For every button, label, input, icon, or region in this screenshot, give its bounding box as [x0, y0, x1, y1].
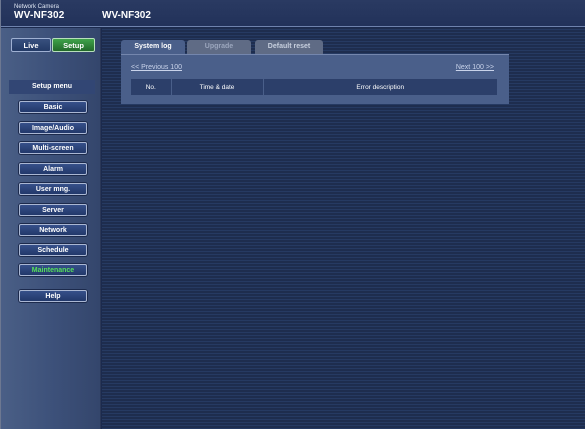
- column-no-header: No.: [131, 79, 172, 95]
- menu-schedule-button[interactable]: Schedule: [19, 244, 87, 256]
- menu-help-button[interactable]: Help: [19, 290, 87, 302]
- live-button[interactable]: Live: [11, 38, 51, 52]
- tab-default-reset[interactable]: Default reset: [255, 40, 323, 54]
- browser-page: Network Camera WV-NF302 WV-NF302 Live Se…: [0, 0, 585, 429]
- tab-system-log[interactable]: System log: [121, 40, 185, 54]
- menu-basic-button[interactable]: Basic: [19, 101, 87, 113]
- system-log-table: No. Time & date Error description: [131, 79, 497, 95]
- brand-logo: WV-NF302: [14, 10, 65, 21]
- table-header-row: No. Time & date Error description: [131, 79, 497, 95]
- tab-upgrade[interactable]: Upgrade: [187, 40, 251, 54]
- menu-image-audio-button[interactable]: Image/Audio: [19, 122, 87, 134]
- setup-button[interactable]: Setup: [52, 38, 95, 52]
- column-error-description-header: Error description: [263, 79, 497, 95]
- mode-switch: Live Setup: [11, 38, 96, 52]
- setup-menu-heading: Setup menu: [9, 80, 95, 94]
- system-log-panel: << Previous 100 Next 100 >> No. Time & d…: [121, 54, 509, 104]
- header: Network Camera WV-NF302 WV-NF302: [1, 0, 585, 27]
- menu-multi-screen-button[interactable]: Multi-screen: [19, 142, 87, 154]
- previous-100-link[interactable]: << Previous 100: [131, 64, 182, 71]
- sidebar: Live Setup Setup menu Basic Image/Audio …: [1, 28, 101, 429]
- menu-maintenance-button[interactable]: Maintenance: [19, 264, 87, 276]
- menu-network-button[interactable]: Network: [19, 224, 87, 236]
- menu-server-button[interactable]: Server: [19, 204, 87, 216]
- next-100-link[interactable]: Next 100 >>: [456, 64, 494, 71]
- page-title: WV-NF302: [102, 10, 151, 21]
- menu-user-mng-button[interactable]: User mng.: [19, 183, 87, 195]
- main-content: System log Upgrade Default reset << Prev…: [102, 28, 585, 429]
- column-time-date-header: Time & date: [171, 79, 264, 95]
- menu-alarm-button[interactable]: Alarm: [19, 163, 87, 175]
